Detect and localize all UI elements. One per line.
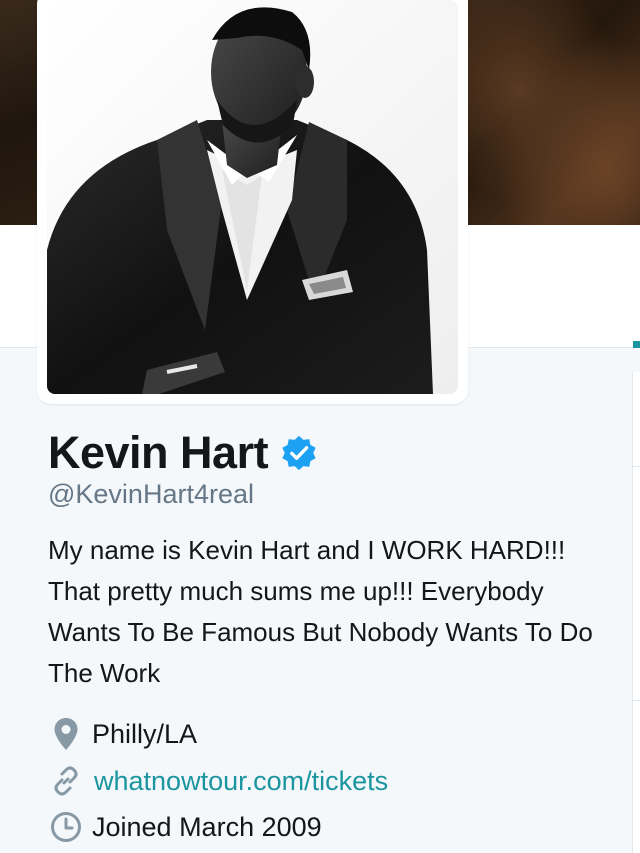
avatar-photo[interactable] <box>47 0 458 394</box>
profile-handle[interactable]: @KevinHart4real <box>48 478 254 510</box>
profile-page: Kevin Hart @KevinHart4real My name is Ke… <box>0 0 640 853</box>
map-pin-icon <box>48 716 84 752</box>
clock-icon <box>48 809 84 845</box>
avatar[interactable] <box>37 0 468 404</box>
timeline-panel-edge <box>632 372 640 853</box>
header-banner-right[interactable] <box>468 0 640 225</box>
website-link[interactable]: whatnowtour.com/tickets <box>94 761 388 801</box>
link-icon <box>48 763 84 799</box>
profile-joined: Joined March 2009 <box>48 807 322 847</box>
profile-bio: My name is Kevin Hart and I WORK HARD!!!… <box>48 535 593 688</box>
location-text: Philly/LA <box>92 719 198 749</box>
profile-website: whatnowtour.com/tickets <box>48 761 388 801</box>
name-row: Kevin Hart <box>48 426 318 480</box>
profile-location: Philly/LA <box>48 714 197 754</box>
verified-badge-icon <box>280 434 318 472</box>
active-tab-indicator <box>633 341 640 348</box>
joined-date-text: Joined March 2009 <box>92 812 322 842</box>
profile-display-name[interactable]: Kevin Hart <box>48 426 269 480</box>
